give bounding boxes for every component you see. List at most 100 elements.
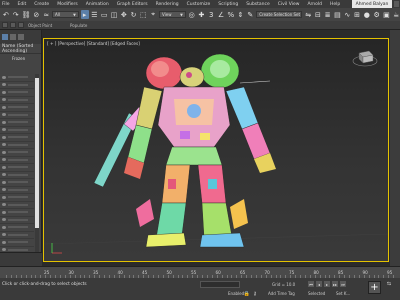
menu-animation[interactable]: Animation <box>86 2 109 7</box>
menu-arnold[interactable]: Arnold <box>307 2 322 7</box>
visibility-eye-icon[interactable] <box>2 158 6 162</box>
mirror-icon[interactable]: ⇋ <box>304 10 312 19</box>
list-item[interactable] <box>0 194 34 202</box>
render-icon[interactable]: ☕ <box>392 10 400 19</box>
visibility-eye-icon[interactable] <box>2 75 6 79</box>
ribbon-mini-icon[interactable] <box>2 22 8 28</box>
edit-named-selection-icon[interactable]: ✎ <box>246 10 254 19</box>
layer-explorer-icon[interactable]: ≣ <box>324 10 332 19</box>
add-key-button[interactable]: + <box>368 281 381 294</box>
bind-space-warp-icon[interactable]: ≈ <box>42 10 50 19</box>
lock-icon[interactable]: 🔒 <box>244 291 250 297</box>
list-item[interactable] <box>0 104 34 112</box>
list-item[interactable] <box>0 97 34 104</box>
ribbon-tab-object-paint[interactable]: Object Paint <box>28 23 52 28</box>
visibility-eye-icon[interactable] <box>2 203 6 207</box>
list-item[interactable] <box>0 157 34 164</box>
visibility-eye-icon[interactable] <box>2 173 6 177</box>
curve-editor-icon[interactable]: ∿ <box>343 10 351 19</box>
visibility-eye-icon[interactable] <box>2 83 6 87</box>
viewport-mode[interactable]: [Edged Faces] <box>110 41 139 46</box>
explorer-column-header[interactable]: Name (Sorted Ascending) <box>0 44 41 54</box>
menu-file[interactable]: File <box>2 2 10 7</box>
ribbon-mini-icon[interactable] <box>18 22 24 28</box>
menu-rendering[interactable]: Rendering <box>156 2 179 7</box>
previous-frame-icon[interactable]: ◂ <box>316 281 322 287</box>
visibility-eye-icon[interactable] <box>2 105 6 109</box>
rotate-icon[interactable]: ↻ <box>130 10 138 19</box>
list-item[interactable] <box>0 142 34 149</box>
menu-create[interactable]: Create <box>34 2 49 7</box>
visibility-eye-icon[interactable] <box>2 240 6 244</box>
list-item[interactable] <box>0 134 34 142</box>
viewport-menu[interactable]: [ + ] <box>47 41 56 46</box>
visibility-eye-icon[interactable] <box>2 128 6 132</box>
schematic-view-icon[interactable]: ⊞ <box>353 10 361 19</box>
list-item[interactable] <box>0 82 34 89</box>
select-by-name-icon[interactable]: ☰ <box>91 10 99 19</box>
list-item[interactable] <box>0 202 34 209</box>
visibility-eye-icon[interactable] <box>2 180 6 184</box>
list-item[interactable] <box>0 232 34 239</box>
timeline-track-bar[interactable]: 25 30 35 40 45 50 55 60 65 70 75 80 85 90 95 <box>0 266 400 278</box>
viewport-label[interactable]: [ + ] [Perspective] [Standard] [Edged Fa… <box>47 41 140 46</box>
menu-graph-editors[interactable]: Graph Editors <box>117 2 148 7</box>
edit-icon[interactable] <box>18 34 24 40</box>
menu-help[interactable]: Help <box>330 2 340 7</box>
add-time-tag-button[interactable]: Add Time Tag <box>268 291 295 296</box>
visibility-eye-icon[interactable] <box>2 98 6 102</box>
visibility-eye-icon[interactable] <box>2 143 6 147</box>
list-item[interactable] <box>0 187 34 194</box>
visibility-eye-icon[interactable] <box>2 248 6 252</box>
create-selection-set-dropdown[interactable]: Create Selection Set <box>256 11 303 18</box>
display-icon[interactable] <box>10 34 16 40</box>
visibility-eye-icon[interactable] <box>2 135 6 139</box>
visibility-eye-icon[interactable] <box>2 188 6 192</box>
selection-filter-dropdown[interactable]: All ▼ <box>52 11 79 18</box>
pivot-center-icon[interactable]: ◎ <box>188 10 196 19</box>
list-item[interactable] <box>0 119 34 127</box>
visibility-eye-icon[interactable] <box>2 218 6 222</box>
visibility-eye-icon[interactable] <box>2 195 6 199</box>
menu-customize[interactable]: Customize <box>187 2 211 7</box>
workspace-grip-icon[interactable] <box>394 1 399 7</box>
placement-icon[interactable]: ⌖ <box>149 10 157 19</box>
ribbon-mini-icon[interactable] <box>10 22 16 28</box>
filter-icon[interactable] <box>2 34 8 40</box>
visibility-eye-icon[interactable] <box>2 225 6 229</box>
explorer-frozen-item[interactable]: Frozen <box>0 54 41 62</box>
window-crossing-icon[interactable]: ◫ <box>110 10 118 19</box>
next-frame-icon[interactable]: ▸▸ <box>332 281 338 287</box>
perspective-viewport[interactable]: [ + ] [Perspective] [Standard] [Edged Fa… <box>43 38 389 262</box>
undo-icon[interactable]: ↶ <box>2 10 10 19</box>
list-item[interactable] <box>0 179 34 187</box>
render-setup-icon[interactable]: ⚙ <box>373 10 381 19</box>
go-to-start-icon[interactable]: ⏮ <box>308 281 314 287</box>
scale-icon[interactable]: ⬚ <box>139 10 147 19</box>
ribbon-tab-populate[interactable]: Populate <box>70 23 87 28</box>
explorer-scrollbar-thumb[interactable] <box>35 78 39 228</box>
play-icon[interactable]: ▸ <box>324 281 330 287</box>
visibility-eye-icon[interactable] <box>2 150 6 154</box>
explorer-scrollbar[interactable] <box>35 74 39 252</box>
coordinate-field[interactable] <box>200 281 240 288</box>
key-mode-icon[interactable]: ⇆ <box>386 281 392 287</box>
list-item[interactable] <box>0 149 34 157</box>
visibility-eye-icon[interactable] <box>2 165 6 169</box>
redo-icon[interactable]: ↷ <box>12 10 20 19</box>
user-account-button[interactable]: Ahmed Balyan <box>352 0 392 8</box>
snaps-toggle-icon[interactable]: 3 <box>207 10 215 19</box>
angle-snap-icon[interactable]: ∠ <box>217 10 225 19</box>
list-item[interactable] <box>0 224 34 232</box>
rendered-frame-icon[interactable]: ▣ <box>382 10 390 19</box>
list-item[interactable] <box>0 209 34 217</box>
align-icon[interactable]: ⊟ <box>314 10 322 19</box>
move-icon[interactable]: ✥ <box>120 10 128 19</box>
viewport-view[interactable]: [Perspective] <box>58 41 86 46</box>
rectangular-selection-icon[interactable]: ▭ <box>100 10 108 19</box>
list-item[interactable] <box>0 172 34 179</box>
visibility-eye-icon[interactable] <box>2 120 6 124</box>
list-item[interactable] <box>0 89 34 97</box>
command-panel-edge[interactable] <box>390 30 400 266</box>
visibility-eye-icon[interactable] <box>2 233 6 237</box>
